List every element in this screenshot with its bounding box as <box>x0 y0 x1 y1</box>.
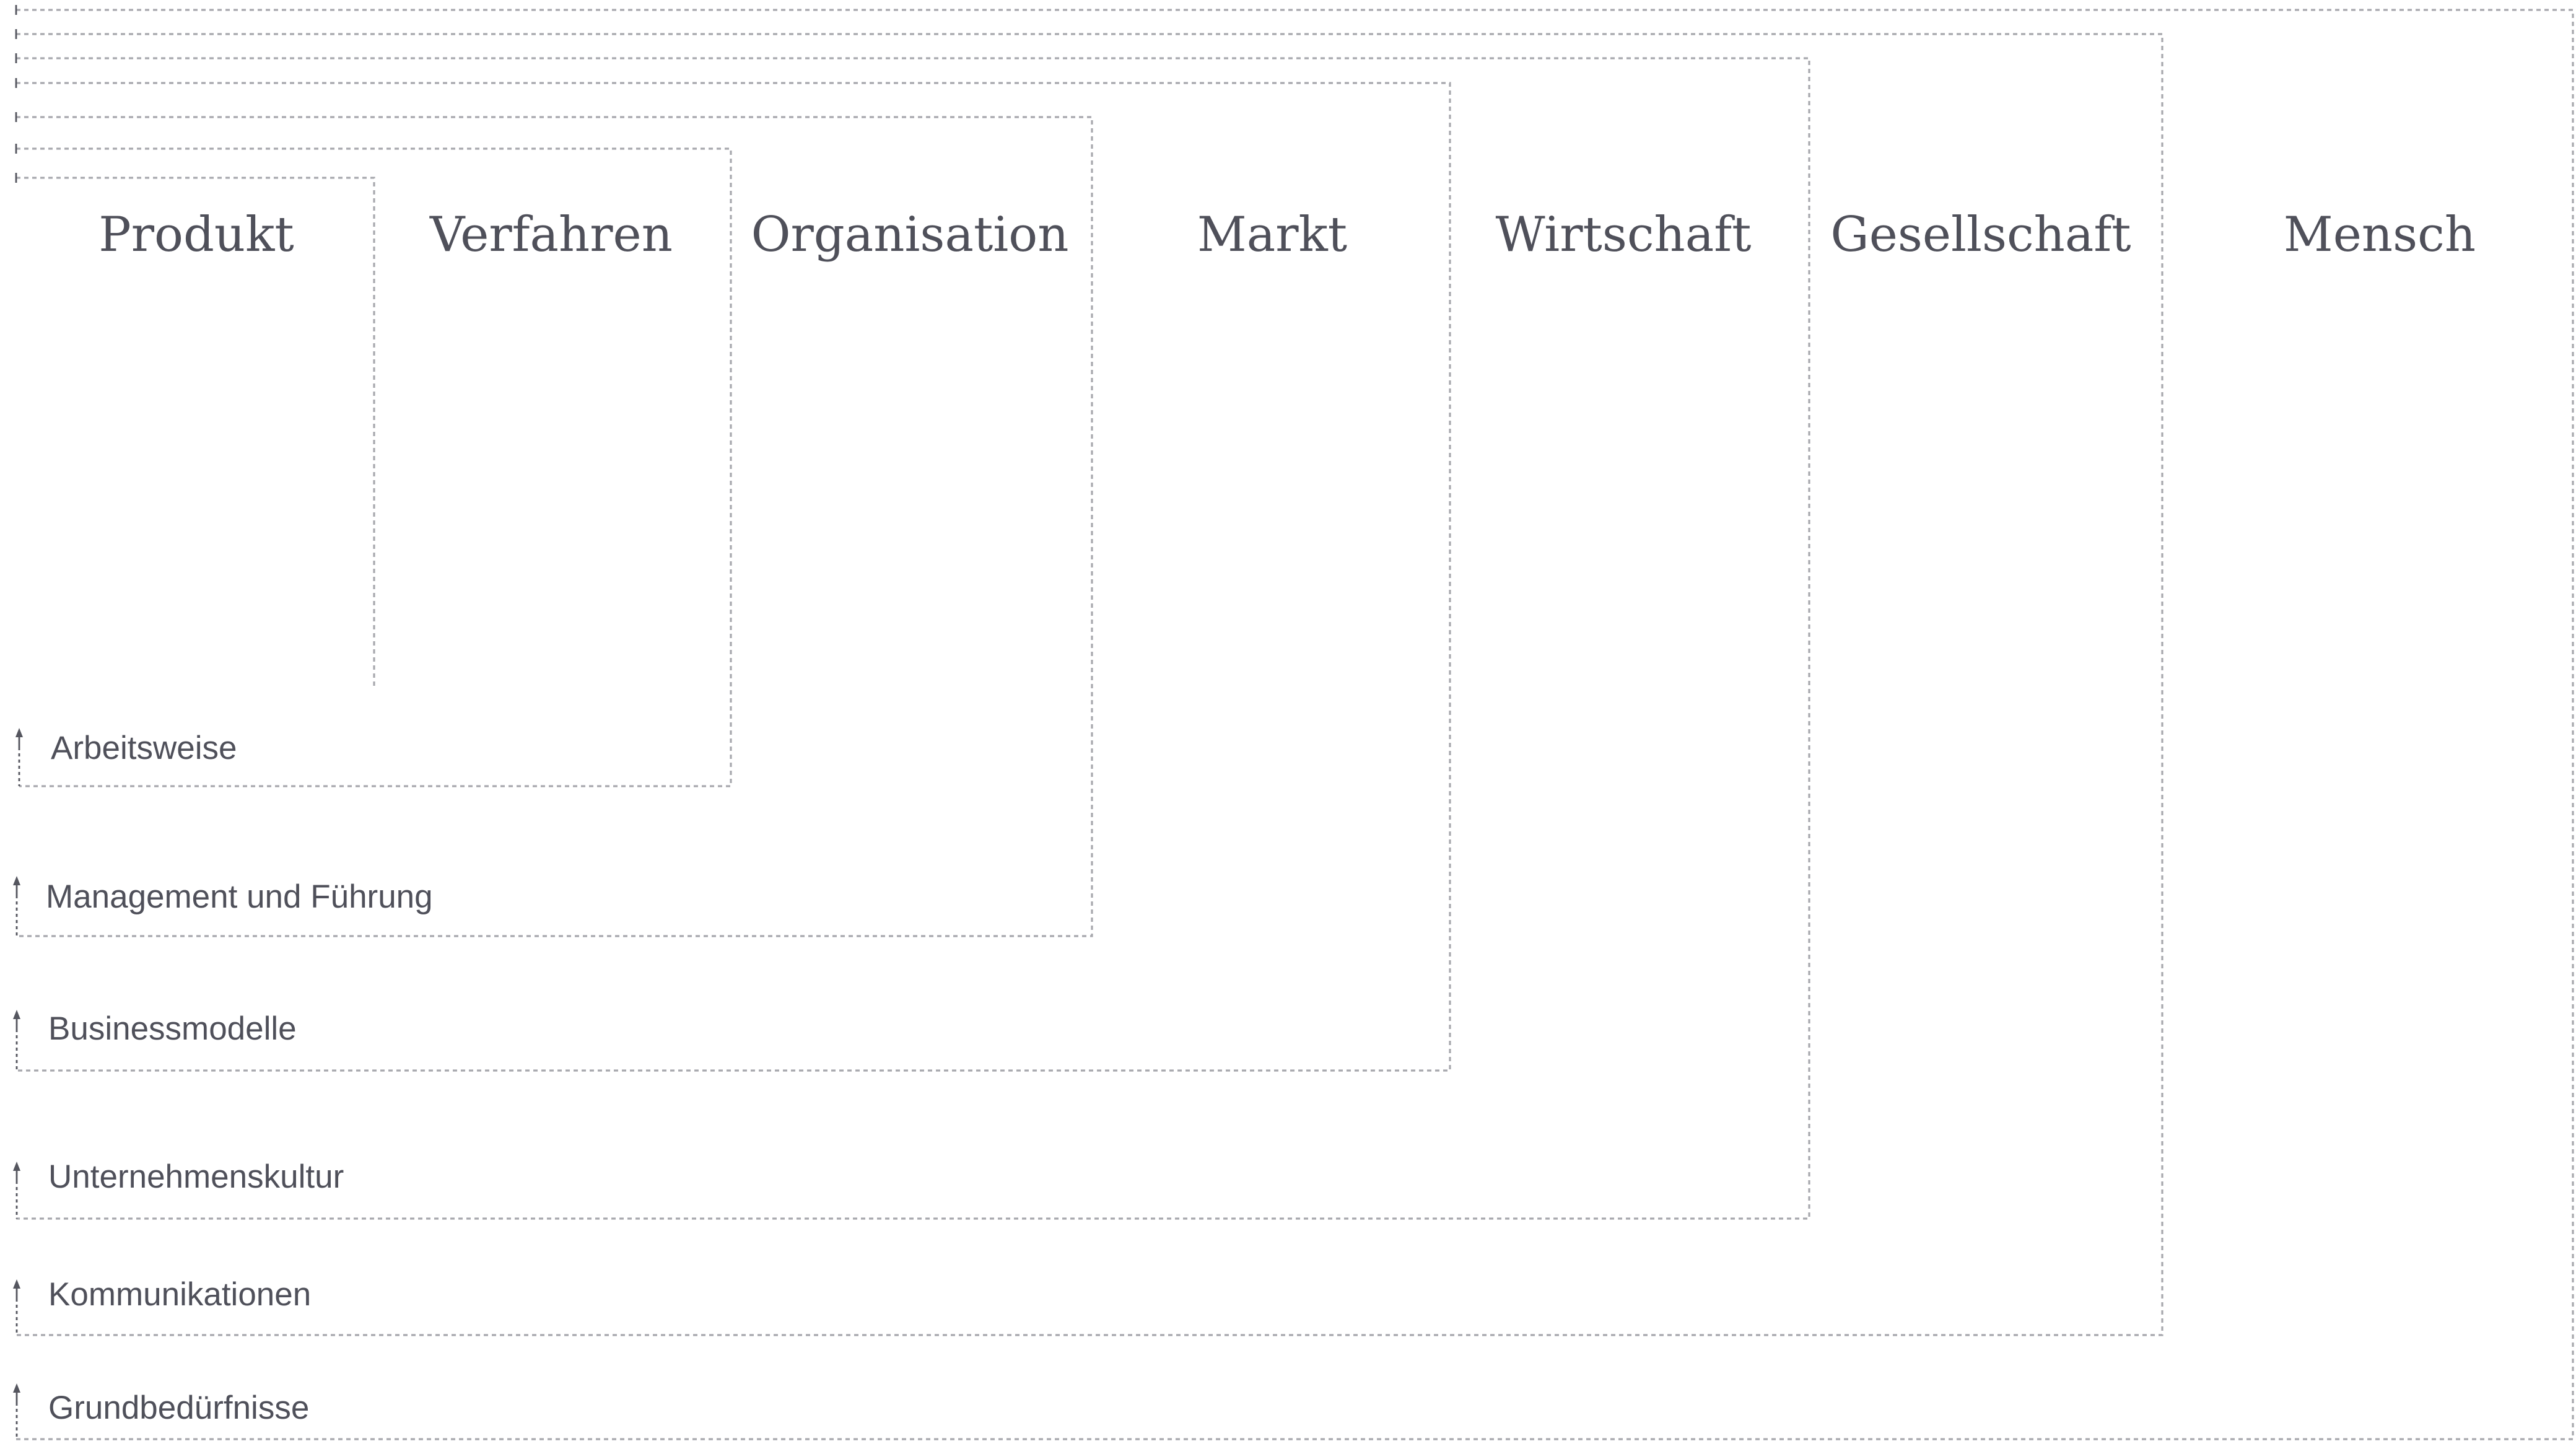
up-arrow-icon <box>13 1162 20 1219</box>
row-label-management-und-fuehrung: Management und Führung <box>46 878 433 915</box>
row-label-grundbeduerfnisse: Grundbedürfnisse <box>48 1390 309 1426</box>
column-label-organisation: Organisation <box>751 207 1069 263</box>
column-labels: Produkt Verfahren Organisation Markt Wir… <box>98 207 2476 263</box>
column-label-markt: Markt <box>1197 207 1347 263</box>
up-arrow-icon <box>13 1383 20 1439</box>
column-label-mensch: Mensch <box>2284 207 2476 263</box>
column-label-produkt: Produkt <box>98 207 294 263</box>
row-label-businessmodelle: Businessmodelle <box>48 1010 297 1047</box>
nested-layer-diagram: Produkt Verfahren Organisation Markt Wir… <box>13 5 2574 1440</box>
row-arrows <box>13 728 23 1439</box>
up-arrow-icon <box>13 1010 20 1071</box>
row-labels: Arbeitsweise Management und Führung Busi… <box>46 730 433 1426</box>
column-label-verfahren: Verfahren <box>429 207 673 263</box>
up-arrow-icon <box>13 1279 20 1335</box>
row-label-kommunikationen: Kommunikationen <box>48 1276 311 1313</box>
column-label-wirtschaft: Wirtschaft <box>1495 207 1751 263</box>
row-label-unternehmenskultur: Unternehmenskultur <box>48 1158 344 1195</box>
up-arrow-icon <box>15 728 23 786</box>
row-label-arbeitsweise: Arbeitsweise <box>51 730 237 766</box>
column-label-gesellschaft: Gesellschaft <box>1830 207 2131 263</box>
up-arrow-icon <box>13 876 20 936</box>
